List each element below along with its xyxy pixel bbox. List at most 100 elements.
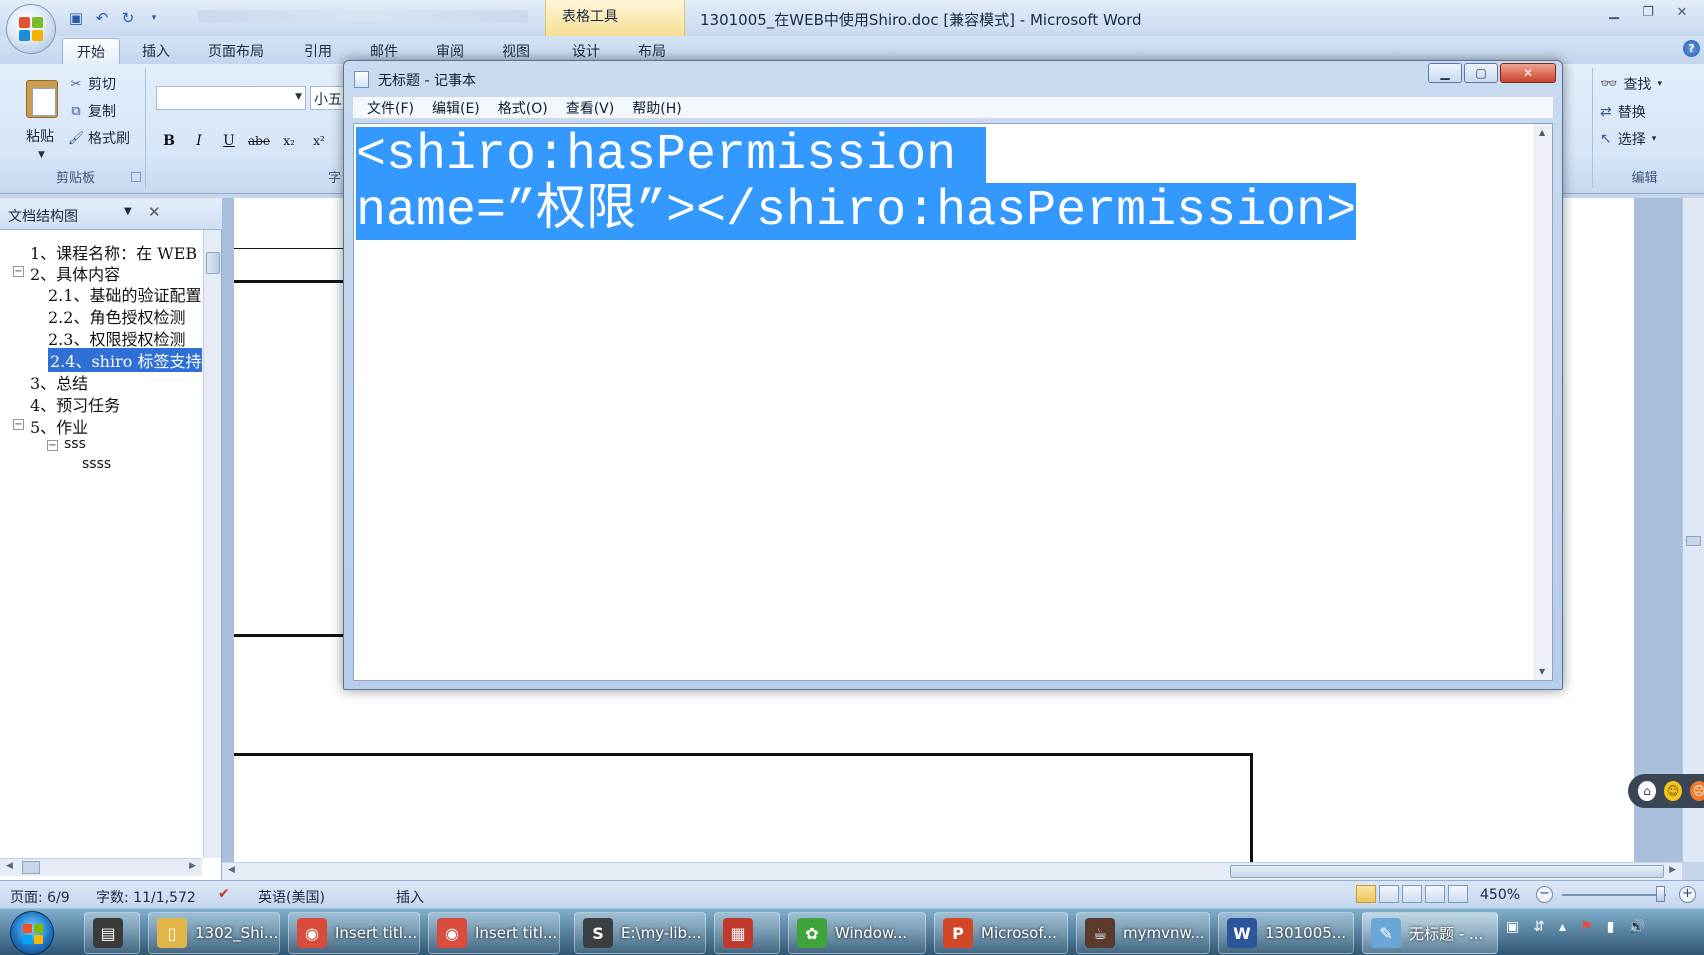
find-button[interactable]: 👓 查找 ▾: [1600, 74, 1662, 94]
web-layout-icon[interactable]: [1402, 885, 1422, 903]
taskbar-button[interactable]: ◉ Insert titl...: [428, 912, 560, 954]
notepad-title-bar[interactable]: 无标题 - 记事本 ▁ ▢ ✕: [344, 61, 1562, 95]
document-map-scrollbar[interactable]: [203, 230, 221, 858]
taskbar-button[interactable]: S E:\my-lib...: [574, 912, 706, 954]
document-map-close-icon[interactable]: ✕: [148, 203, 161, 221]
tab-layout[interactable]: 布局: [638, 41, 666, 61]
paste-button-label[interactable]: 粘贴: [26, 126, 54, 146]
format-painter-button[interactable]: 🖌 格式刷: [68, 128, 130, 148]
scroll-right-icon[interactable]: ▶: [189, 861, 196, 871]
tab-references[interactable]: 引用: [304, 41, 332, 61]
undo-icon[interactable]: ↶: [92, 8, 112, 28]
scroll-down-icon[interactable]: ▼: [1539, 667, 1545, 676]
notepad-scrollbar[interactable]: ▲ ▼: [1534, 124, 1552, 680]
hscroll-thumb[interactable]: [1230, 865, 1664, 878]
draft-icon[interactable]: [1448, 885, 1468, 903]
tree-item-selected[interactable]: 2.4、shiro 标签支持: [48, 348, 202, 372]
tray-flag-icon[interactable]: ⚑: [1580, 919, 1593, 935]
menu-file[interactable]: 文件(F): [367, 98, 414, 118]
document-map-dropdown-icon[interactable]: ▼: [124, 206, 132, 217]
taskbar-button[interactable]: W 1301005...: [1218, 912, 1354, 954]
taskbar-button[interactable]: ✿ Window...: [788, 912, 926, 954]
taskbar-button[interactable]: ▤: [84, 912, 140, 954]
full-screen-reading-icon[interactable]: [1379, 885, 1399, 903]
restore-icon[interactable]: ❐: [1632, 2, 1664, 22]
word-count[interactable]: 字数: 11/1,572: [96, 887, 196, 907]
minimize-icon[interactable]: ▁: [1598, 2, 1630, 22]
maximize-icon[interactable]: ▢: [1464, 63, 1498, 83]
zoom-slider[interactable]: [1562, 894, 1666, 896]
menu-view[interactable]: 查看(V): [566, 98, 615, 118]
tab-home[interactable]: 开始: [62, 38, 120, 66]
font-size-combo[interactable]: 小五: [310, 86, 346, 110]
zoom-slider-thumb[interactable]: [1656, 886, 1665, 902]
document-hscrollbar[interactable]: ◀ ▶: [222, 862, 1682, 880]
replace-button[interactable]: ⇄ 替换: [1600, 102, 1646, 122]
tab-view[interactable]: 视图: [502, 41, 530, 61]
underline-button[interactable]: U: [216, 130, 242, 152]
document-map-hscrollbar[interactable]: ◀ ▶: [0, 858, 202, 876]
menu-help[interactable]: 帮助(H): [632, 98, 681, 118]
tab-design[interactable]: 设计: [572, 41, 600, 61]
font-dropdown-icon[interactable]: ▼: [295, 92, 302, 102]
tray-volume-icon[interactable]: 🔊: [1628, 919, 1645, 935]
floating-toolbar[interactable]: ⌂ ☺ ☹: [1628, 774, 1704, 808]
bold-button[interactable]: B: [156, 130, 182, 152]
select-button[interactable]: ↖ 选择 ▾: [1600, 129, 1656, 149]
zoom-out-icon[interactable]: −: [1536, 886, 1553, 903]
italic-button[interactable]: I: [186, 130, 212, 152]
superscript-button[interactable]: x²: [306, 130, 332, 152]
smiley-icon[interactable]: ☺: [1664, 781, 1682, 801]
collapse-toggle-icon[interactable]: −: [47, 440, 58, 451]
taskbar-button[interactable]: ✎ 无标题 - ...: [1362, 912, 1498, 954]
home-icon[interactable]: ⌂: [1638, 781, 1656, 801]
minimize-icon[interactable]: ▁: [1428, 63, 1462, 83]
menu-format[interactable]: 格式(O): [498, 98, 548, 118]
taskbar-button[interactable]: ◉ Insert titl...: [288, 912, 420, 954]
tree-item[interactable]: 4、预习任务: [30, 392, 120, 416]
strikethrough-button[interactable]: abe: [246, 130, 272, 152]
tree-item[interactable]: 2.1、基础的验证配置: [48, 282, 201, 306]
help-icon[interactable]: ?: [1683, 40, 1700, 57]
taskbar-button[interactable]: ▯ 1302_Shi...: [148, 912, 280, 954]
taskbar-button[interactable]: ▦: [714, 912, 780, 954]
collapse-toggle-icon[interactable]: −: [13, 266, 24, 277]
scroll-right-icon[interactable]: ▶: [1669, 865, 1676, 875]
zoom-level[interactable]: 450%: [1480, 887, 1520, 903]
subscript-button[interactable]: x₂: [276, 130, 302, 152]
redo-icon[interactable]: ↻: [118, 8, 138, 28]
taskbar-button[interactable]: P Microsof...: [934, 912, 1068, 954]
document-vscrollbar[interactable]: [1682, 198, 1704, 862]
collapse-toggle-icon[interactable]: −: [13, 419, 24, 430]
copy-button[interactable]: ⧉ 复制: [68, 101, 116, 121]
notepad-text-area[interactable]: <shiro:hasPermission name=”权限”></shiro:h…: [353, 123, 1553, 681]
paste-icon[interactable]: [22, 76, 64, 120]
hscroll-thumb[interactable]: [22, 861, 40, 874]
close-icon[interactable]: ✕: [1500, 63, 1556, 83]
insert-mode-indicator[interactable]: 插入: [396, 887, 424, 907]
tray-expand-icon[interactable]: ▴: [1559, 919, 1566, 935]
start-button[interactable]: [10, 911, 54, 955]
emoji-icon[interactable]: ☹: [1690, 781, 1704, 801]
tab-insert[interactable]: 插入: [142, 41, 170, 61]
tray-network-adapter-icon[interactable]: ⇵: [1533, 919, 1545, 935]
menu-edit[interactable]: 编辑(E): [432, 98, 480, 118]
tab-mailings[interactable]: 邮件: [370, 41, 398, 61]
proofing-icon[interactable]: ✔: [218, 886, 230, 902]
scroll-left-icon[interactable]: ◀: [6, 861, 13, 871]
taskbar-button[interactable]: ☕ mymvnw...: [1076, 912, 1210, 954]
font-name-combo[interactable]: ▼: [156, 86, 306, 110]
scroll-left-icon[interactable]: ◀: [228, 865, 235, 875]
tab-review[interactable]: 审阅: [436, 41, 464, 61]
outline-icon[interactable]: [1425, 885, 1445, 903]
paste-dropdown-icon[interactable]: ▼: [38, 150, 45, 160]
tree-item[interactable]: sss: [64, 436, 86, 452]
tree-item[interactable]: ssss: [82, 456, 111, 472]
tree-item[interactable]: 5、作业: [30, 414, 88, 438]
page-indicator[interactable]: 页面: 6/9: [10, 887, 70, 907]
tray-screen-icon[interactable]: ▣: [1506, 919, 1519, 935]
zoom-in-icon[interactable]: +: [1679, 886, 1696, 903]
scroll-up-icon[interactable]: ▲: [1539, 128, 1545, 137]
close-icon[interactable]: ✕: [1666, 2, 1698, 22]
clipboard-launcher-icon[interactable]: [131, 172, 141, 182]
